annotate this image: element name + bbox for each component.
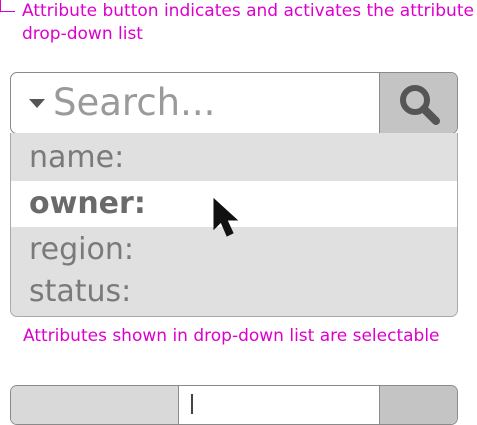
dropdown-item-status[interactable]: status: <box>11 269 457 315</box>
text-caret <box>191 394 193 414</box>
annotation-bottom: Attributes shown in drop-down list are s… <box>23 326 440 346</box>
search-button-partial[interactable] <box>379 386 457 424</box>
search-button[interactable] <box>379 73 457 133</box>
dropdown-item-name[interactable]: name: <box>11 135 457 181</box>
attribute-button-filled[interactable] <box>11 386 179 424</box>
annotation-bracket <box>0 0 15 12</box>
annotation-top: Attribute button indicates and activates… <box>22 1 474 44</box>
magnifier-icon <box>400 85 440 125</box>
search-box-partial <box>10 385 458 425</box>
mouse-cursor-icon <box>213 197 239 237</box>
triangle-down-icon <box>29 99 45 108</box>
search-input[interactable]: Search... <box>53 73 373 133</box>
search-box: Search... <box>10 72 458 134</box>
